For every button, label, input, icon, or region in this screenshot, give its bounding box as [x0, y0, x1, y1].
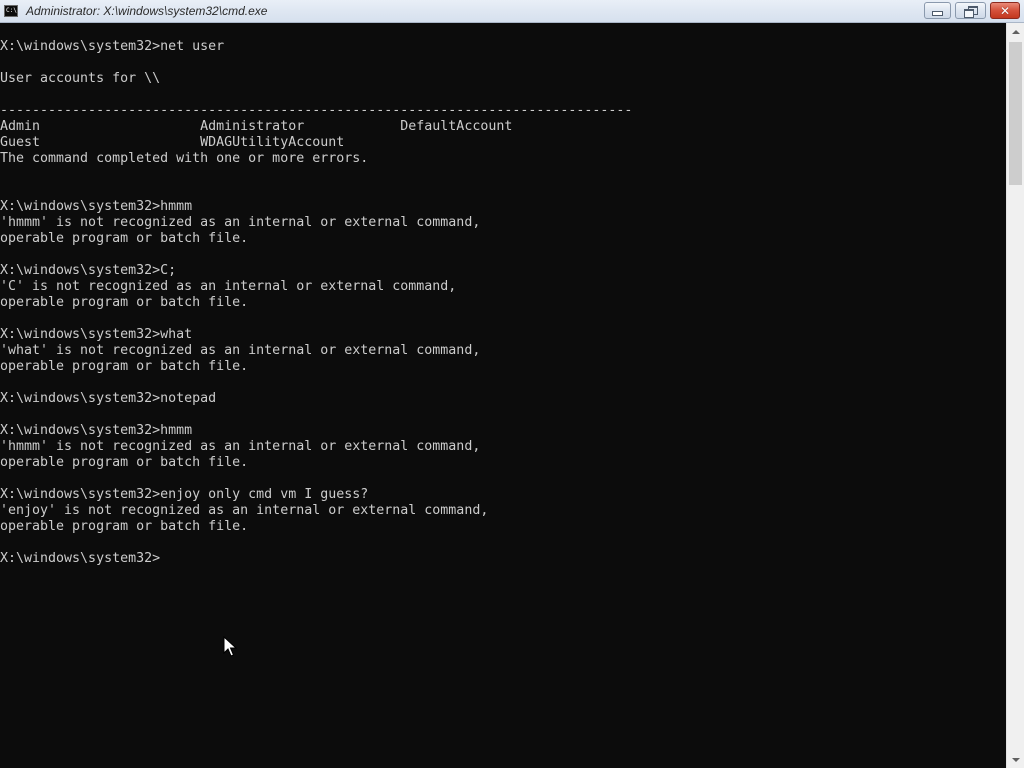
window-title: Administrator: X:\windows\system32\cmd.e…: [26, 4, 268, 18]
scroll-down-arrow-icon[interactable]: [1007, 751, 1024, 768]
console-line: operable program or batch file.: [0, 295, 249, 310]
console-line: X:\windows\system32>net user: [0, 39, 225, 54]
console-line: X:\windows\system32>C;: [0, 263, 177, 278]
restore-button[interactable]: [955, 2, 986, 19]
console-line: Admin Administrator DefaultAccount: [0, 119, 513, 134]
console-line: operable program or batch file.: [0, 231, 249, 246]
cmd-icon[interactable]: C:\: [4, 5, 18, 17]
console-line: X:\windows\system32>hmmm: [0, 199, 193, 214]
mouse-pointer-icon: [223, 636, 237, 657]
close-button[interactable]: ✕: [990, 2, 1020, 19]
scroll-thumb[interactable]: [1009, 42, 1022, 185]
cmd-window: C:\ Administrator: X:\windows\system32\c…: [0, 0, 1024, 768]
console-line: X:\windows\system32>enjoy only cmd vm I …: [0, 487, 369, 502]
console-line: X:\windows\system32>notepad: [0, 391, 217, 406]
console-line: Guest WDAGUtilityAccount: [0, 135, 345, 150]
minimize-icon: [932, 10, 943, 16]
console-line: X:\windows\system32>: [0, 551, 161, 566]
vertical-scrollbar[interactable]: [1006, 23, 1024, 768]
console-line: ----------------------------------------…: [0, 103, 633, 118]
console-line: operable program or batch file.: [0, 519, 249, 534]
console-line: 'what' is not recognized as an internal …: [0, 343, 481, 358]
console-line: 'C' is not recognized as an internal or …: [0, 279, 457, 294]
console-lines: X:\windows\system32>net user User account…: [0, 39, 632, 567]
console-output[interactable]: X:\windows\system32>net user User account…: [0, 23, 1006, 768]
console-line: 'hmmm' is not recognized as an internal …: [0, 215, 481, 230]
console-line: X:\windows\system32>what: [0, 327, 193, 342]
console-line: operable program or batch file.: [0, 359, 249, 374]
minimize-button[interactable]: [924, 2, 951, 19]
console-line: operable program or batch file.: [0, 455, 249, 470]
title-bar[interactable]: C:\ Administrator: X:\windows\system32\c…: [0, 0, 1024, 23]
close-icon: ✕: [999, 3, 1011, 18]
console-line: 'hmmm' is not recognized as an internal …: [0, 439, 481, 454]
console-line: The command completed with one or more e…: [0, 151, 369, 166]
console-line: 'enjoy' is not recognized as an internal…: [0, 503, 489, 518]
console-line: X:\windows\system32>hmmm: [0, 423, 193, 438]
restore-icon: [964, 5, 978, 18]
scroll-up-arrow-icon[interactable]: [1007, 23, 1024, 40]
console-line: User accounts for \\: [0, 71, 161, 86]
